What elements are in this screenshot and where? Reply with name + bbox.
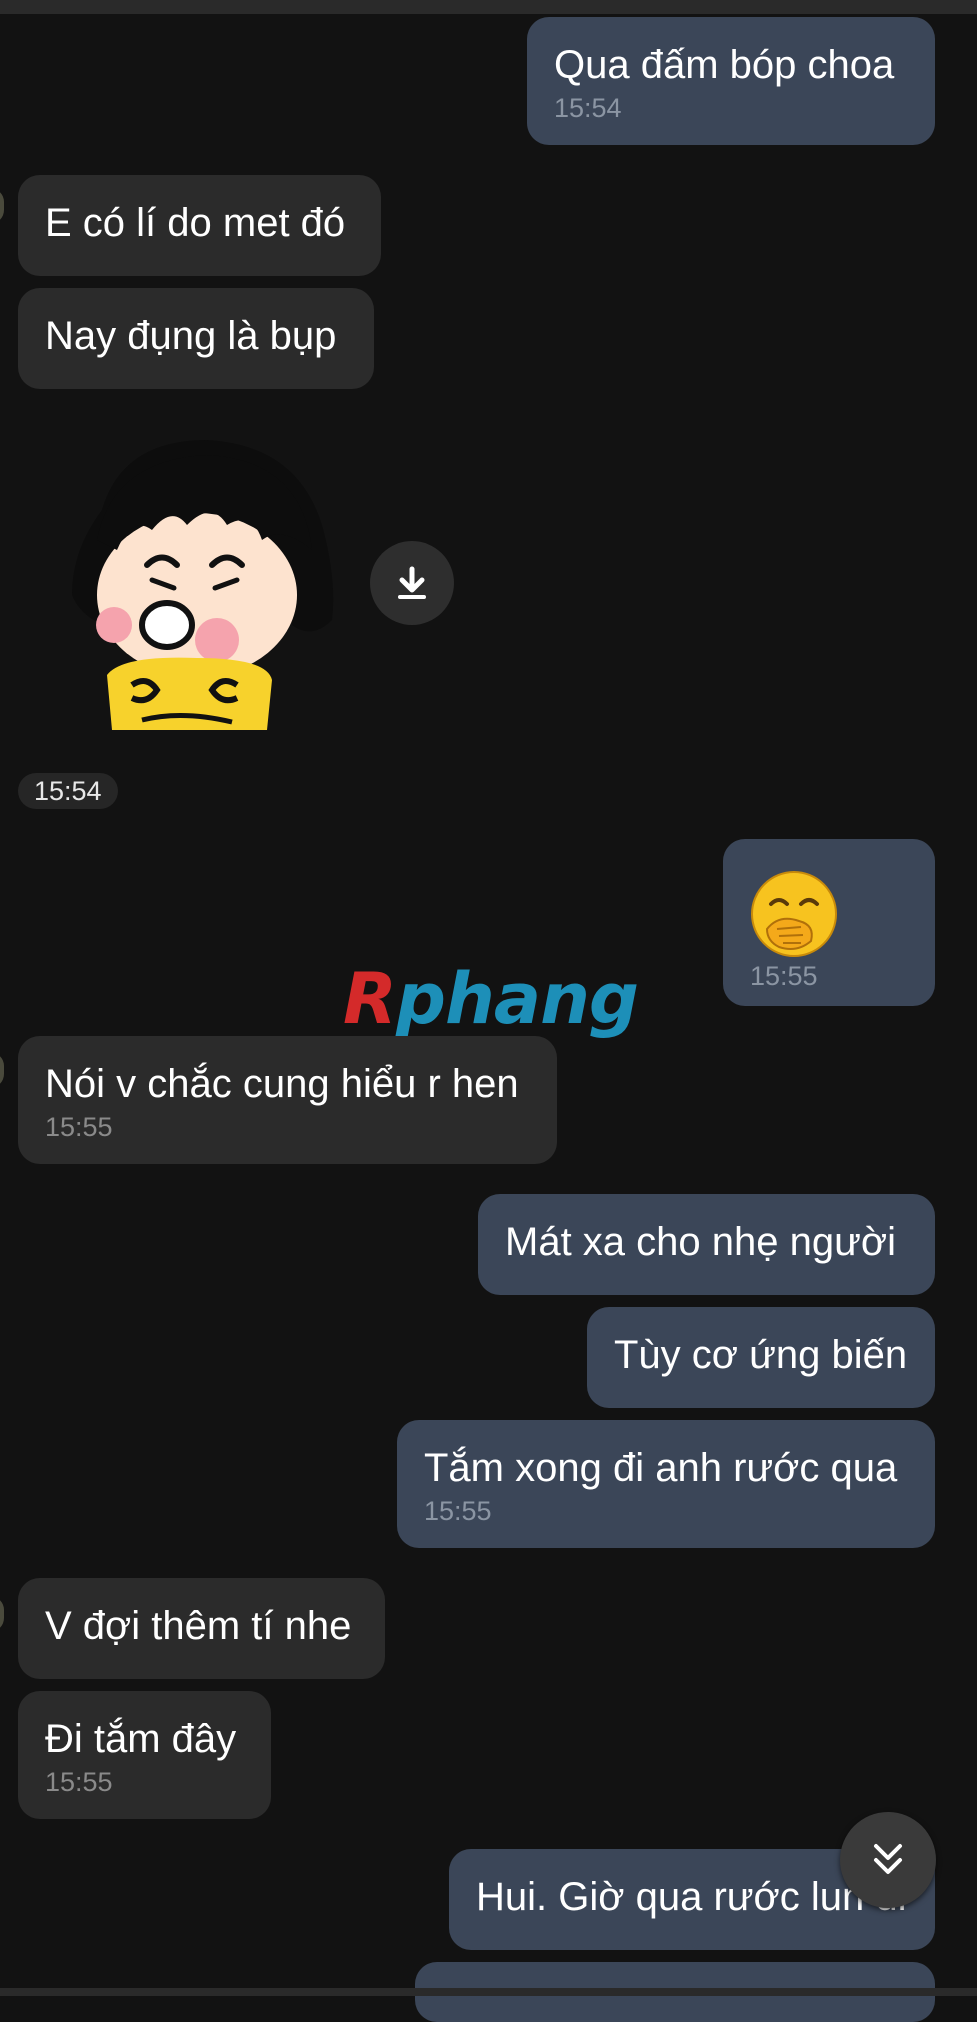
sticker-image[interactable] <box>62 430 352 730</box>
incoming-message[interactable]: Đi tắm đây 15:55 <box>18 1691 271 1819</box>
avatar[interactable] <box>0 188 4 224</box>
scroll-to-bottom-button[interactable] <box>840 1812 936 1908</box>
message-text: Tùy cơ ứng biến <box>614 1333 908 1377</box>
download-icon <box>398 566 426 599</box>
outgoing-message[interactable]: Qua đấm bóp choa 15:54 <box>527 17 935 145</box>
message-text: Hui. Giờ qua rước lun đi <box>476 1875 907 1919</box>
incoming-message[interactable]: V đợi thêm tí nhe <box>18 1578 385 1679</box>
incoming-message[interactable]: Nói v chắc cung hiểu r hen 15:55 <box>18 1036 557 1164</box>
message-text: Mát xa cho nhẹ người <box>505 1220 896 1264</box>
outgoing-message[interactable]: Tắm xong đi anh rước qua 15:55 <box>397 1420 935 1548</box>
incoming-message[interactable]: Nay đụng là bụp <box>18 288 374 389</box>
outgoing-message[interactable]: 15:55 <box>723 839 935 1006</box>
message-text: E có lí do met đó <box>45 201 346 245</box>
incoming-message[interactable]: E có lí do met đó <box>18 175 381 276</box>
face-with-hand-over-mouth-emoji <box>751 871 837 957</box>
message-text: Nay đụng là bụp <box>45 314 337 358</box>
avatar[interactable] <box>0 1596 4 1632</box>
download-button[interactable] <box>370 541 454 625</box>
sticker-time: 15:54 <box>18 773 118 809</box>
nav-strip <box>0 1988 977 1996</box>
avatar[interactable] <box>0 1052 4 1088</box>
message-time: 15:55 <box>750 961 818 991</box>
message-time: 15:55 <box>424 1496 492 1526</box>
message-text: Đi tắm đây <box>45 1717 237 1761</box>
outgoing-message[interactable]: Tùy cơ ứng biến <box>587 1307 935 1408</box>
message-time: 15:55 <box>45 1112 113 1142</box>
message-time: 15:54 <box>554 93 622 123</box>
message-text: Qua đấm bóp choa <box>554 43 895 87</box>
message-text: V đợi thêm tí nhe <box>45 1604 352 1648</box>
outgoing-message[interactable]: Mát xa cho nhẹ người <box>478 1194 935 1295</box>
status-strip <box>0 0 977 14</box>
double-chevron-down-icon <box>874 1844 902 1874</box>
message-text: Tắm xong đi anh rước qua <box>424 1446 898 1490</box>
message-time: 15:55 <box>45 1767 113 1797</box>
message-text: Nói v chắc cung hiểu r hen <box>45 1062 519 1106</box>
watermark-logo: Rphang <box>343 958 639 1040</box>
